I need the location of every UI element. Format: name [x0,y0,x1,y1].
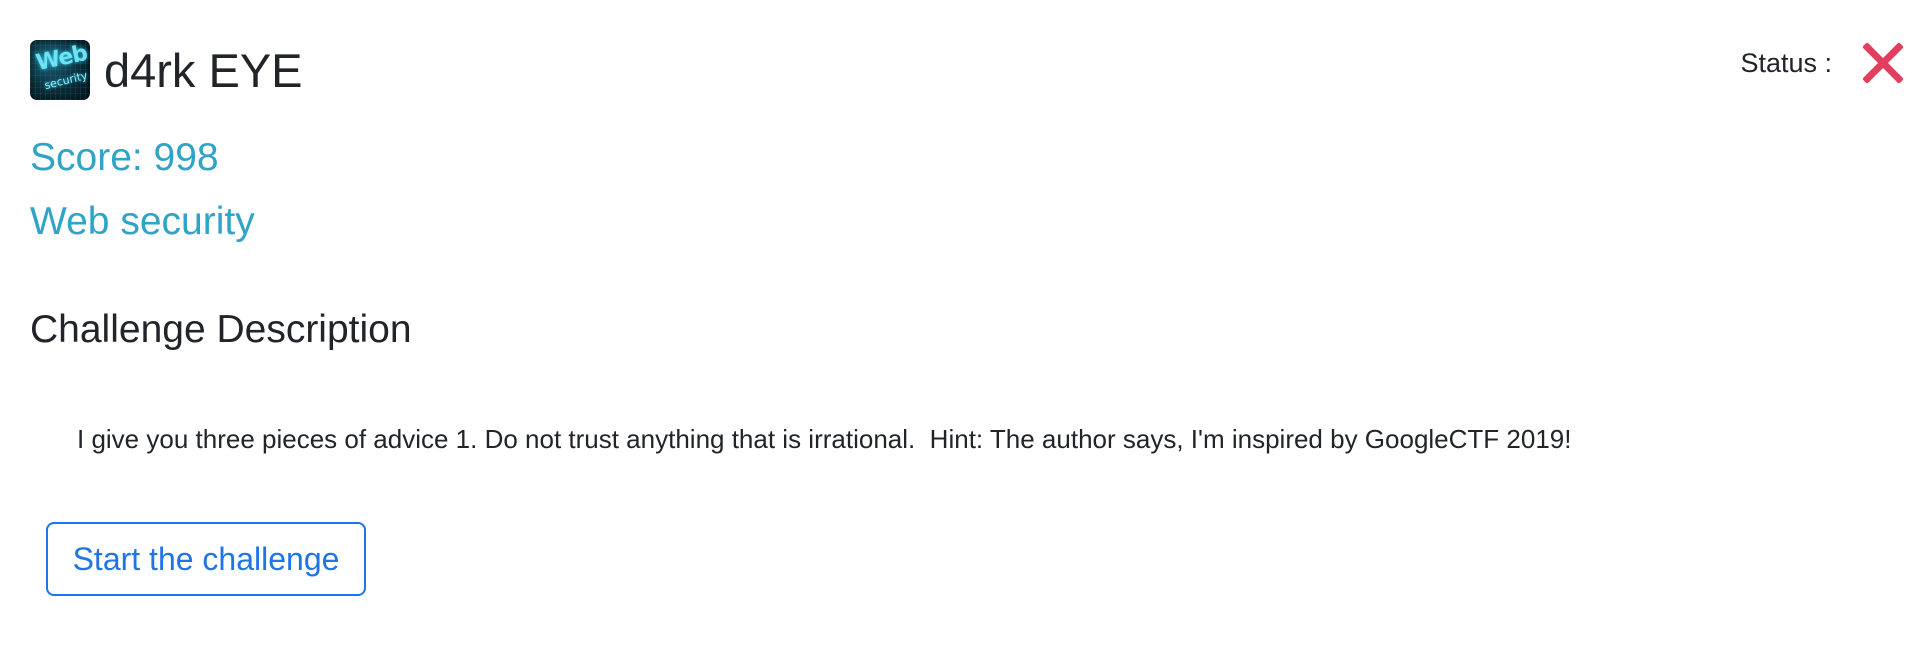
web-security-logo-icon: Web security [30,40,90,100]
start-challenge-button[interactable]: Start the challenge [46,522,366,596]
status-indicator: Status : [1740,40,1906,86]
challenge-score: Score: 998 [30,136,219,179]
description-text: I give you three pieces of advice 1. Do … [77,424,1572,454]
challenge-category: Web security [30,200,255,243]
challenge-title: d4rk EYE [104,43,303,97]
challenge-header: Web security d4rk EYE [30,40,303,100]
status-label: Status : [1740,47,1832,78]
description-heading: Challenge Description [30,308,412,351]
close-icon [1860,40,1906,86]
